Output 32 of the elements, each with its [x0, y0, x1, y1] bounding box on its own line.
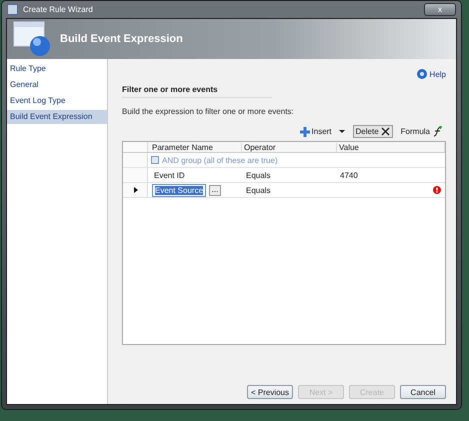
sidebar-item[interactable]: General: [7, 78, 107, 92]
table-cell-text: Event ID: [153, 170, 185, 180]
collapse-icon[interactable]: [151, 156, 159, 164]
section-title: Filter one or more events: [122, 85, 272, 98]
sidebar-item[interactable]: Rule Type: [7, 62, 107, 76]
table-cell-text: Equals: [245, 186, 270, 194]
parameter-field[interactable]: Event Source: [152, 184, 206, 196]
browse-button[interactable]: ...: [209, 184, 221, 196]
function-icon: [432, 126, 443, 137]
table-cell-text: 4740: [339, 170, 358, 180]
formula-button[interactable]: Formula: [398, 124, 446, 139]
table-cell-text: Equals: [245, 170, 270, 180]
page-title: Build Event Expression: [60, 33, 183, 45]
plus-icon: [300, 126, 310, 136]
wizard-button[interactable]: Cancel: [400, 385, 446, 399]
row-header[interactable]: [123, 183, 148, 197]
instruction-text: Build the expression to filter one or more events:: [122, 107, 295, 116]
group-label: AND group (all of these are true): [162, 156, 278, 164]
close-icon: [380, 127, 390, 136]
insert-button[interactable]: Insert: [296, 124, 348, 138]
column-header[interactable]: Parameter Name: [148, 142, 242, 152]
wizard-button[interactable]: < Previous: [247, 385, 293, 399]
column-header[interactable]: Operator: [242, 142, 337, 152]
help-icon: [416, 69, 427, 79]
window-title: Create Rule Wizard: [23, 5, 93, 14]
window-globe-icon: [13, 21, 53, 57]
window-icon: [7, 4, 18, 15]
column-header[interactable]: Value: [337, 142, 445, 152]
sidebar-item[interactable]: Build Event Expression: [7, 110, 107, 124]
sidebar-item[interactable]: Event Log Type: [7, 94, 107, 108]
help-link[interactable]: Help: [416, 69, 446, 79]
delete-button[interactable]: Delete: [352, 125, 393, 138]
